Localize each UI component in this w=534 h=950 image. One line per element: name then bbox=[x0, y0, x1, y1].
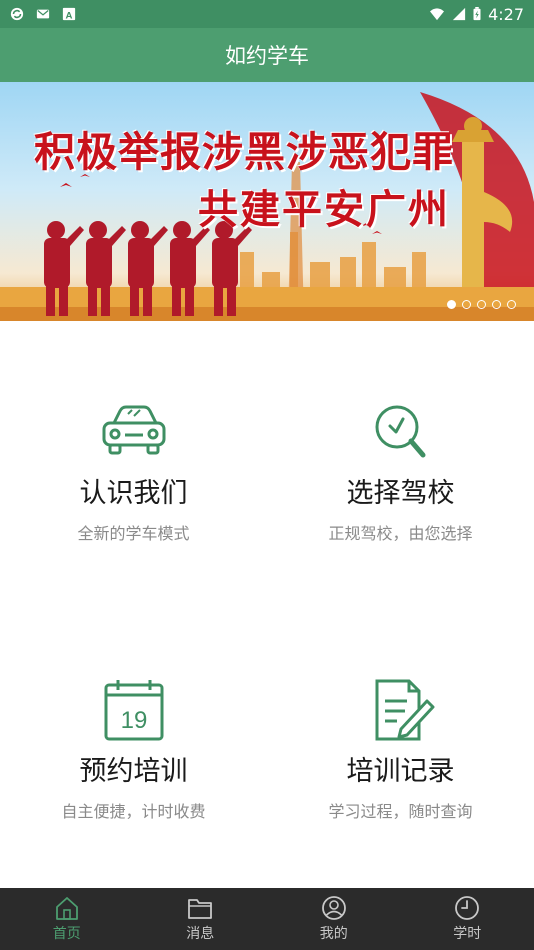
tab-label: 学时 bbox=[453, 926, 482, 942]
mail-icon bbox=[36, 9, 50, 19]
tile-subtitle: 正规驾校，由您选择 bbox=[328, 524, 473, 543]
carousel-dot[interactable] bbox=[477, 300, 486, 309]
search-icon bbox=[375, 405, 425, 458]
tab-label: 我的 bbox=[319, 926, 348, 942]
app-bar: 如约学车 bbox=[0, 28, 534, 82]
tile-title: 认识我们 bbox=[79, 478, 188, 509]
tile-book-training[interactable]: 19 预约培训 自主便捷，计时收费 bbox=[0, 679, 267, 822]
wifi-icon bbox=[430, 8, 445, 21]
status-left-icons: A bbox=[10, 7, 76, 21]
sync-icon bbox=[10, 7, 24, 21]
bottom-tab-bar: 首页 消息 我的 学时 bbox=[0, 888, 534, 950]
feature-grid: 认识我们 全新的学车模式 选择驾校 正规驾校，由您选择 19 预约培训 自主便捷… bbox=[0, 321, 534, 888]
tile-training-records[interactable]: 培训记录 学习过程，随时查询 bbox=[267, 679, 534, 822]
carousel-dot[interactable] bbox=[447, 300, 456, 309]
tab-mine[interactable]: 我的 bbox=[267, 888, 401, 950]
notes-icon bbox=[375, 679, 434, 741]
tile-subtitle: 学习过程，随时查询 bbox=[328, 802, 473, 821]
status-right: 4:27 bbox=[428, 5, 524, 24]
carousel-indicator bbox=[447, 300, 516, 309]
tile-title: 选择驾校 bbox=[346, 478, 455, 509]
banner-carousel[interactable]: 积极举报涉黑涉恶犯罪 共建平安广州 bbox=[0, 82, 534, 321]
battery-icon bbox=[473, 7, 481, 21]
tile-subtitle: 自主便捷，计时收费 bbox=[61, 802, 206, 821]
signal-icon bbox=[452, 7, 466, 21]
tile-subtitle: 全新的学车模式 bbox=[77, 524, 190, 543]
tile-title: 预约培训 bbox=[79, 756, 188, 787]
status-bar: A 4:27 bbox=[0, 0, 534, 28]
status-time: 4:27 bbox=[488, 4, 524, 24]
carousel-dot[interactable] bbox=[492, 300, 501, 309]
svg-text:A: A bbox=[66, 10, 73, 21]
page-title: 如约学车 bbox=[225, 44, 309, 68]
profile-icon bbox=[321, 896, 346, 920]
calendar-icon: 19 bbox=[104, 680, 163, 741]
clock-icon bbox=[455, 896, 480, 920]
home-icon bbox=[55, 897, 78, 920]
tab-label: 首页 bbox=[52, 926, 81, 942]
tile-about-us[interactable]: 认识我们 全新的学车模式 bbox=[0, 401, 267, 544]
tab-label: 消息 bbox=[186, 926, 215, 942]
banner-headline: 积极举报涉黑涉恶犯罪 bbox=[34, 128, 454, 176]
tile-title: 培训记录 bbox=[346, 756, 455, 787]
tab-study-hours[interactable]: 学时 bbox=[401, 888, 534, 950]
text-a-icon: A bbox=[62, 7, 76, 21]
car-icon bbox=[102, 405, 165, 455]
banner-subheadline: 共建平安广州 bbox=[198, 187, 450, 233]
tab-messages[interactable]: 消息 bbox=[134, 888, 268, 950]
tab-home[interactable]: 首页 bbox=[0, 888, 134, 950]
calendar-date: 19 bbox=[120, 707, 147, 734]
carousel-dot[interactable] bbox=[462, 300, 471, 309]
folder-icon bbox=[188, 899, 213, 919]
carousel-dot[interactable] bbox=[507, 300, 516, 309]
tile-choose-school[interactable]: 选择驾校 正规驾校，由您选择 bbox=[267, 401, 534, 544]
